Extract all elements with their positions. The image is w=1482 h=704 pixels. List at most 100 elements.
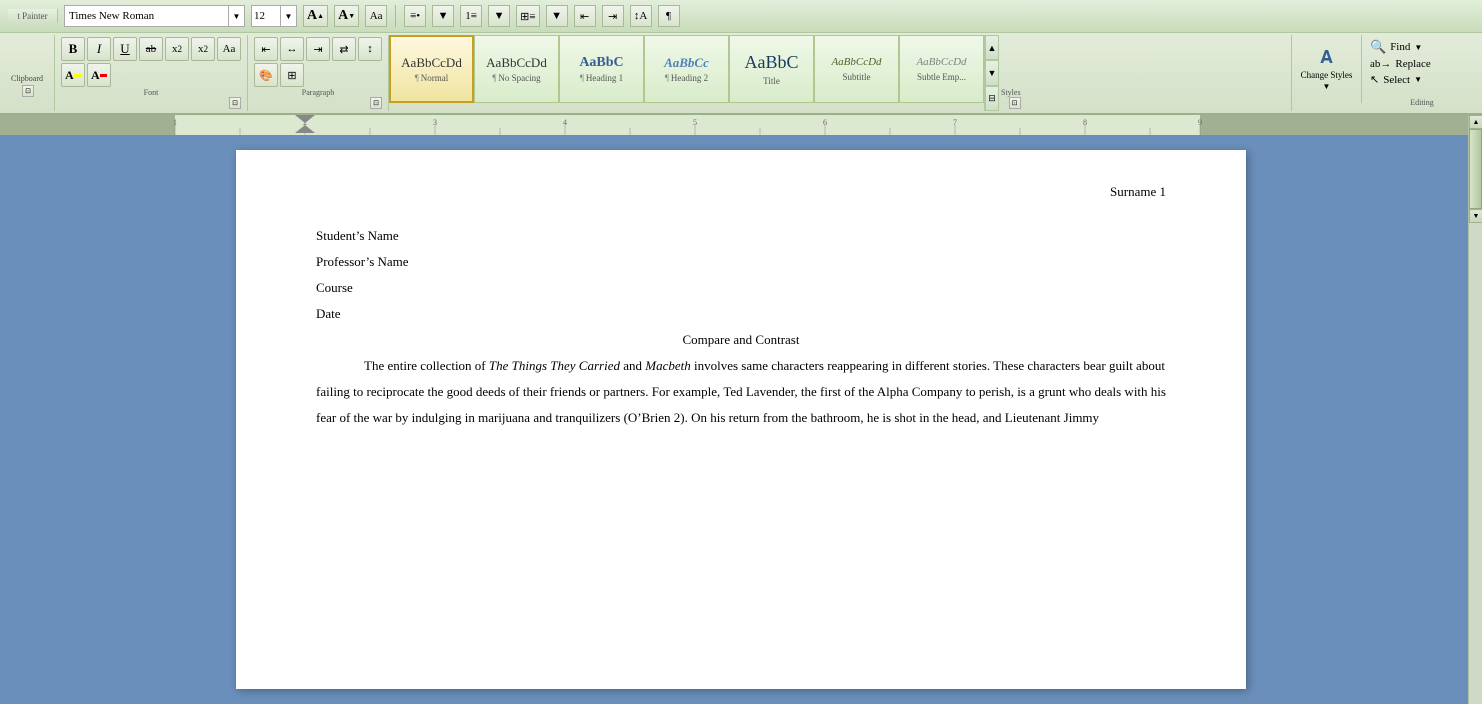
subscript-button[interactable]: x2 bbox=[165, 37, 189, 61]
superscript-button[interactable]: x2 bbox=[191, 37, 215, 61]
styles-label-area: Styles ⊡ bbox=[999, 35, 1023, 111]
replace-button[interactable]: ab→ Replace bbox=[1370, 58, 1474, 70]
styles-group-label: Styles bbox=[1001, 88, 1021, 97]
document-body[interactable]: Student’s Name Professor’s Name Course D… bbox=[316, 223, 1166, 431]
font-group-label: Font bbox=[61, 88, 241, 97]
justify-button[interactable]: ⇄ bbox=[332, 37, 356, 61]
find-button[interactable]: 🔍 Find ▼ bbox=[1370, 39, 1474, 55]
title-line: Compare and Contrast bbox=[316, 327, 1166, 353]
professor-name-line: Professor’s Name bbox=[316, 249, 1166, 275]
divider bbox=[395, 5, 396, 27]
student-name-line: Student’s Name bbox=[316, 223, 1166, 249]
font-size-group: 12 ▼ bbox=[251, 5, 297, 27]
svg-text:7: 7 bbox=[953, 118, 957, 127]
paragraph-group-label: Paragraph bbox=[254, 88, 382, 97]
numbering-button[interactable]: 1≡ bbox=[460, 5, 482, 27]
decrease-indent-button[interactable]: ⇤ bbox=[574, 5, 596, 27]
sort-button[interactable]: ↕A bbox=[630, 5, 652, 27]
align-center-button[interactable]: ↔ bbox=[280, 37, 304, 61]
align-right-button[interactable]: ⇥ bbox=[306, 37, 330, 61]
course-line: Course bbox=[316, 275, 1166, 301]
styles-scroll-down-button[interactable]: ▼ bbox=[985, 60, 999, 85]
style-heading2-button[interactable]: AaBbCc ¶ Heading 2 bbox=[644, 35, 729, 103]
clipboard-expand-button[interactable]: ⊡ bbox=[22, 85, 34, 97]
increase-indent-button[interactable]: ⇥ bbox=[602, 5, 624, 27]
style-nospacing-button[interactable]: AaBbCcDd ¶ No Spacing bbox=[474, 35, 559, 103]
svg-text:6: 6 bbox=[823, 118, 827, 127]
svg-text:5: 5 bbox=[693, 118, 697, 127]
vertical-scrollbar: ▲ ▼ bbox=[1468, 115, 1482, 704]
ruler-svg: 1 2 3 4 5 6 7 8 9 bbox=[0, 115, 1482, 135]
font-color-button[interactable]: A bbox=[87, 63, 111, 87]
font-name-selector[interactable]: Times New Roman bbox=[64, 5, 229, 27]
change-case-button[interactable]: Aa bbox=[217, 37, 241, 61]
date-line: Date bbox=[316, 301, 1166, 327]
align-left-button[interactable]: ⇤ bbox=[254, 37, 278, 61]
scrollbar-up-button[interactable]: ▲ bbox=[1469, 115, 1482, 129]
header-surname: Surname 1 bbox=[1110, 184, 1166, 199]
styles-scroll-up-button[interactable]: ▲ bbox=[985, 35, 999, 60]
font-size-input[interactable]: 12 bbox=[251, 5, 281, 27]
bold-button[interactable]: B bbox=[61, 37, 85, 61]
strikethrough-button[interactable]: ab bbox=[139, 37, 163, 61]
font-name-group: Times New Roman ▼ bbox=[64, 5, 245, 27]
ribbon-bottom-row: Clipboard ⊡ B I U ab x2 x2 Aa A A Font ⊡ bbox=[0, 33, 1482, 113]
styles-buttons-container: AaBbCcDd ¶ Normal AaBbCcDd ¶ No Spacing … bbox=[389, 35, 984, 111]
clipboard-group: Clipboard ⊡ bbox=[0, 35, 55, 111]
multilevel-dropdown[interactable]: ▼ bbox=[546, 5, 568, 27]
line-spacing-button[interactable]: ↕ bbox=[358, 37, 382, 61]
bullets-dropdown[interactable]: ▼ bbox=[432, 5, 454, 27]
scrollbar-thumb[interactable] bbox=[1469, 129, 1482, 209]
style-subtle-button[interactable]: AaBbCcDd Subtle Emp... bbox=[899, 35, 984, 103]
replace-label: Replace bbox=[1395, 58, 1430, 70]
font-size-dropdown-arrow[interactable]: ▼ bbox=[281, 5, 297, 27]
document-page[interactable]: Surname 1 Student’s Name Professor’s Nam… bbox=[236, 150, 1246, 689]
editing-group-label: Editing bbox=[1370, 98, 1474, 107]
find-label: Find bbox=[1390, 41, 1410, 53]
numbering-dropdown[interactable]: ▼ bbox=[488, 5, 510, 27]
highlight-button[interactable]: A bbox=[61, 63, 85, 87]
main-area: 1 2 3 4 5 6 7 8 9 Surname 1 bbox=[0, 115, 1482, 704]
change-styles-arrow: ▼ bbox=[1323, 82, 1331, 91]
svg-text:9: 9 bbox=[1198, 118, 1202, 127]
multilevel-list-button[interactable]: ⊞≡ bbox=[516, 5, 539, 27]
bullets-button[interactable]: ≡• bbox=[404, 5, 426, 27]
paragraph-expand-button[interactable]: ⊡ bbox=[370, 97, 382, 109]
clear-formatting-button[interactable]: Aa bbox=[365, 5, 387, 27]
scrollbar-down-button[interactable]: ▼ bbox=[1469, 209, 1482, 223]
font-grow-button[interactable]: A▲ bbox=[303, 5, 328, 27]
select-button[interactable]: ↖ Select ▼ bbox=[1370, 73, 1474, 86]
italic-button[interactable]: I bbox=[87, 37, 111, 61]
font-row2: A A bbox=[61, 63, 241, 87]
svg-text:1: 1 bbox=[173, 118, 177, 127]
style-subtitle-button[interactable]: AaBbCcDd Subtitle bbox=[814, 35, 899, 103]
underline-button[interactable]: U bbox=[113, 37, 137, 61]
style-title-button[interactable]: AaBbC Title bbox=[729, 35, 814, 103]
find-arrow: ▼ bbox=[1414, 43, 1422, 52]
font-group: B I U ab x2 x2 Aa A A Font ⊡ bbox=[55, 35, 248, 111]
style-normal-button[interactable]: AaBbCcDd ¶ Normal bbox=[389, 35, 474, 103]
body-paragraph: The entire collection of The Things They… bbox=[316, 353, 1166, 431]
ribbon-top-row: t Painter Times New Roman ▼ 12 ▼ A▲ A▼ A… bbox=[0, 0, 1482, 33]
font-name-dropdown-arrow[interactable]: ▼ bbox=[229, 5, 245, 27]
font-expand-button[interactable]: ⊡ bbox=[229, 97, 241, 109]
paragraph-group: ⇤ ↔ ⇥ ⇄ ↕ 🎨 ⊞ Paragraph ⊡ bbox=[248, 35, 389, 111]
shading-button[interactable]: 🎨 bbox=[254, 63, 278, 87]
replace-icon: ab→ bbox=[1370, 58, 1391, 70]
style-heading1-button[interactable]: AaBbC ¶ Heading 1 bbox=[559, 35, 644, 103]
styles-scroll-container: ▲ ▼ ⊟ bbox=[984, 35, 999, 111]
svg-text:3: 3 bbox=[433, 118, 437, 127]
font-shrink-button[interactable]: A▼ bbox=[334, 5, 359, 27]
paragraph-row2: 🎨 ⊞ bbox=[254, 63, 382, 87]
svg-text:4: 4 bbox=[563, 118, 567, 127]
scrollbar-track[interactable] bbox=[1469, 129, 1482, 209]
borders-button[interactable]: ⊞ bbox=[280, 63, 304, 87]
change-styles-button[interactable]: 𝐀 Change Styles ▼ bbox=[1292, 35, 1362, 103]
find-icon: 🔍 bbox=[1370, 39, 1386, 55]
change-styles-label: Change Styles bbox=[1301, 70, 1353, 80]
styles-expand-corner-button[interactable]: ⊡ bbox=[1009, 97, 1021, 109]
document-area: Surname 1 Student’s Name Professor’s Nam… bbox=[0, 135, 1482, 704]
show-paragraph-button[interactable]: ¶ bbox=[658, 5, 680, 27]
styles-group: AaBbCcDd ¶ Normal AaBbCcDd ¶ No Spacing … bbox=[389, 35, 1292, 111]
styles-expand-button[interactable]: ⊟ bbox=[985, 86, 999, 111]
